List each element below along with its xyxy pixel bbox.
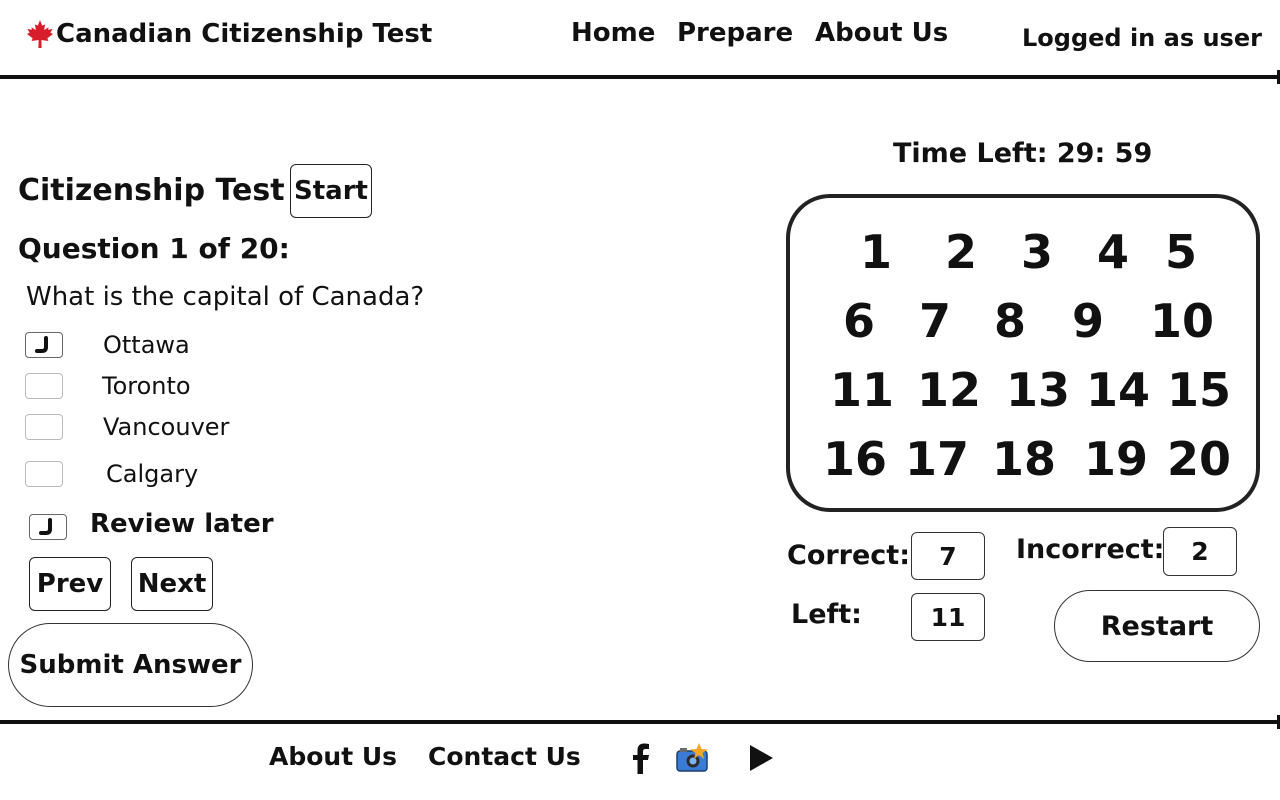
incorrect-count: 2 [1163,527,1237,576]
option-checkbox-vancouver[interactable] [25,414,63,440]
review-later-checkbox[interactable] [29,514,67,540]
question-13-button[interactable]: 13 [1006,367,1070,413]
footer-about-link[interactable]: About Us [269,742,397,771]
facebook-icon[interactable] [620,738,660,778]
brand[interactable]: Canadian Citizenship Test [24,16,432,52]
option-checkbox-ottawa[interactable] [25,332,63,358]
start-button[interactable]: Start [290,164,372,218]
camera-icon[interactable] [672,738,712,778]
option-calgary[interactable]: Calgary [25,460,198,488]
user-status: Logged in as user [1022,24,1262,52]
question-11-button[interactable]: 11 [830,367,894,413]
question-9-button[interactable]: 9 [1072,298,1104,344]
question-10-button[interactable]: 10 [1150,298,1214,344]
question-15-button[interactable]: 15 [1167,367,1231,413]
next-button[interactable]: Next [131,557,213,611]
question-1-button[interactable]: 1 [860,229,892,275]
check-icon [35,336,48,353]
check-icon [39,518,52,535]
prev-button[interactable]: Prev [29,557,111,611]
play-icon[interactable] [741,738,781,778]
time-left: Time Left: 29: 59 [893,138,1153,169]
left-count: 11 [911,593,985,641]
question-8-button[interactable]: 8 [994,298,1026,344]
option-vancouver[interactable]: Vancouver [25,413,229,441]
submit-answer-button[interactable]: Submit Answer [8,623,253,707]
question-6-button[interactable]: 6 [843,298,875,344]
footer-contact-link[interactable]: Contact Us [428,742,581,771]
header-divider [0,75,1280,79]
nav-home-link[interactable]: Home [571,18,655,48]
option-checkbox-toronto[interactable] [25,373,63,399]
option-label: Vancouver [103,413,230,441]
question-7-button[interactable]: 7 [919,298,951,344]
review-later-label: Review later [90,509,274,539]
maple-leaf-icon [27,20,53,48]
question-4-button[interactable]: 4 [1097,229,1129,275]
question-3-button[interactable]: 3 [1021,229,1053,275]
option-toronto[interactable]: Toronto [25,372,191,400]
camera-glyph [676,743,708,772]
facebook-glyph [633,743,649,774]
question-number: Question 1 of 20: [18,232,290,265]
nav-about-link[interactable]: About Us [815,18,948,48]
question-2-button[interactable]: 2 [945,229,977,275]
option-ottawa[interactable]: Ottawa [25,331,190,359]
correct-label: Correct: [787,540,911,571]
test-title: Citizenship Test [18,173,285,208]
question-14-button[interactable]: 14 [1086,367,1150,413]
option-checkbox-calgary[interactable] [25,461,63,487]
question-20-button[interactable]: 20 [1167,436,1231,482]
nav-prepare-link[interactable]: Prepare [677,18,793,48]
incorrect-label: Incorrect: [1016,534,1165,565]
option-label: Toronto [102,372,191,400]
question-19-button[interactable]: 19 [1084,436,1148,482]
left-label: Left: [791,599,862,630]
play-glyph [750,745,773,771]
question-18-button[interactable]: 18 [992,436,1056,482]
question-12-button[interactable]: 12 [917,367,981,413]
brand-title: Canadian Citizenship Test [56,19,433,49]
question-16-button[interactable]: 16 [823,436,887,482]
footer-divider [0,720,1280,724]
question-17-button[interactable]: 17 [905,436,969,482]
correct-count: 7 [911,532,985,580]
option-label: Calgary [106,460,199,488]
question-5-button[interactable]: 5 [1165,229,1197,275]
restart-button[interactable]: Restart [1054,590,1260,662]
option-label: Ottawa [103,331,190,359]
question-text: What is the capital of Canada? [26,282,425,312]
